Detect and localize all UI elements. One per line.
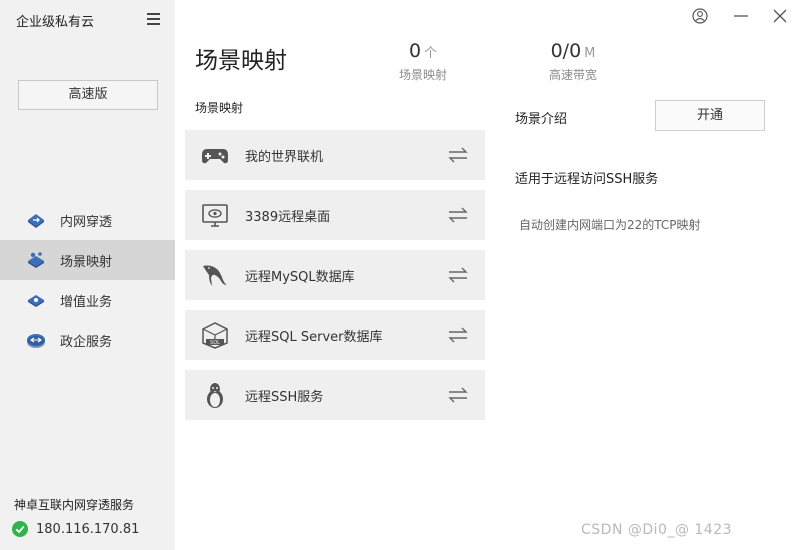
scene-intro-label: 场景介绍: [515, 112, 568, 127]
swap-arrows-icon[interactable]: [447, 326, 469, 344]
stat-unit: M: [584, 46, 596, 61]
ip-address: 180.116.170.81: [36, 521, 140, 537]
svg-text:SQL: SQL: [210, 340, 220, 346]
scene-label: 我的世界联机: [245, 149, 324, 165]
sidebar-item-gov-service[interactable]: 政企服务: [0, 320, 175, 360]
gov-service-icon: [27, 334, 45, 348]
monitor-icon: [202, 204, 228, 227]
scene-section-label: 场景映射: [195, 101, 244, 115]
app-title: 企业级私有云: [16, 15, 95, 30]
close-icon[interactable]: [770, 6, 790, 26]
scene-item-ssh[interactable]: 远程SSH服务: [185, 370, 485, 420]
stat-value: 0: [408, 40, 422, 62]
gamepad-icon: [202, 149, 228, 164]
stat-caption: 场景映射: [398, 68, 447, 82]
minimize-icon[interactable]: [731, 6, 751, 26]
scene-item-sql-server[interactable]: SQL 远程SQL Server数据库: [185, 310, 485, 360]
tunnel-icon: [28, 214, 44, 228]
linux-penguin-icon: [207, 383, 223, 408]
watermark: CSDN @Di0_@ 1423: [581, 522, 733, 538]
hamburger-menu-icon[interactable]: [147, 13, 160, 25]
swap-arrows-icon[interactable]: [447, 146, 469, 164]
mysql-dolphin-icon: [203, 265, 227, 286]
service-name: 神卓互联内网穿透服务: [14, 498, 135, 512]
scene-label: 远程MySQL数据库: [245, 269, 355, 285]
open-button[interactable]: 开通: [655, 100, 765, 131]
stat-value: 0/0: [550, 40, 582, 62]
scene-intro-description: 自动创建内网端口为22的TCP映射: [519, 218, 701, 232]
user-icon[interactable]: [690, 6, 710, 26]
page-title: 场景映射: [195, 48, 287, 74]
sidebar-item-label: 场景映射: [60, 254, 113, 270]
sidebar: 企业级私有云 高速版 内网穿透 场景映射 增值业务 政企服务 神卓互联内网穿透服…: [0, 0, 175, 550]
scene-intro-title: 适用于远程访问SSH服务: [515, 172, 659, 187]
scene-item-remote-desktop[interactable]: 3389远程桌面: [185, 190, 485, 240]
sql-server-icon: SQL: [202, 322, 228, 349]
scene-label: 3389远程桌面: [245, 209, 331, 225]
sidebar-item-value-service[interactable]: 增值业务: [0, 280, 175, 320]
bandwidth-stat: 0/0 M 高速带宽: [538, 40, 608, 83]
scene-item-mysql[interactable]: 远程MySQL数据库: [185, 250, 485, 300]
scene-count-stat: 0个 场景映射: [393, 40, 453, 83]
sidebar-item-label: 内网穿透: [60, 214, 113, 230]
scene-map-icon: [28, 252, 44, 268]
edition-button[interactable]: 高速版: [18, 80, 158, 110]
swap-arrows-icon[interactable]: [447, 206, 469, 224]
scene-label: 远程SQL Server数据库: [245, 329, 383, 345]
sidebar-item-label: 政企服务: [60, 334, 113, 350]
sidebar-item-label: 增值业务: [60, 294, 113, 310]
stat-unit: 个: [424, 46, 438, 61]
swap-arrows-icon[interactable]: [447, 266, 469, 284]
stat-caption: 高速带宽: [548, 68, 597, 82]
scene-item-minecraft[interactable]: 我的世界联机: [185, 130, 485, 180]
scene-label: 远程SSH服务: [245, 389, 324, 405]
connection-status: 180.116.170.81: [12, 521, 139, 537]
check-circle-icon: [12, 521, 28, 537]
sidebar-item-tunnel[interactable]: 内网穿透: [0, 200, 175, 240]
swap-arrows-icon[interactable]: [447, 386, 469, 404]
value-service-icon: [28, 295, 44, 307]
sidebar-item-scene-map[interactable]: 场景映射: [0, 240, 175, 280]
